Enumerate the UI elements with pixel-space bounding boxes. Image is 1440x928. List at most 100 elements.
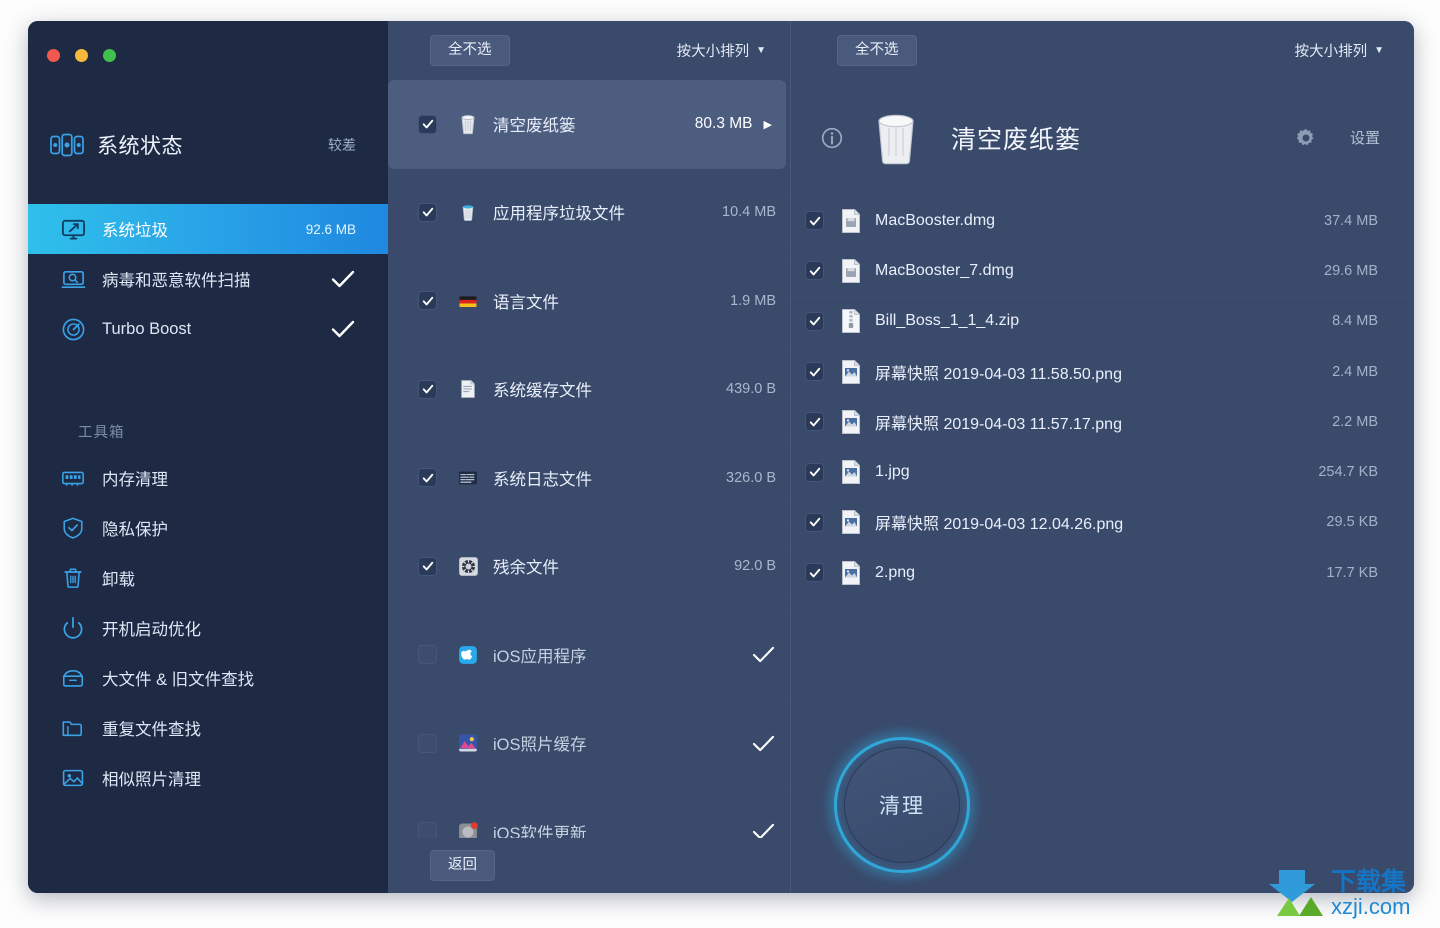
- chevron-down-icon: ▼: [1374, 44, 1384, 56]
- clean-button[interactable]: 清理: [822, 725, 982, 885]
- settings-control[interactable]: 设置: [1295, 127, 1380, 149]
- file-row[interactable]: 2.png 17.7 KB: [791, 548, 1414, 599]
- detail-deselect-all-button[interactable]: 全不选: [837, 35, 917, 66]
- minimize-button[interactable]: [75, 49, 88, 62]
- check-icon: [751, 822, 776, 838]
- check-icon: [330, 319, 356, 339]
- check-icon: [751, 645, 776, 664]
- watermark-title: 下载集: [1331, 867, 1407, 896]
- gear-icon[interactable]: [1295, 127, 1317, 149]
- category-list: 清空废纸篓 80.3 MB ▶ 应用程序垃圾文件 10.4 MB 语言文件 1.…: [388, 80, 790, 838]
- trash-bin-icon: [455, 111, 481, 137]
- file-row[interactable]: 1.jpg 254.7 KB: [791, 447, 1414, 498]
- site-watermark: 下载集 xzji.com: [1269, 864, 1434, 922]
- detail-sort-dropdown[interactable]: 按大小排列 ▼: [1295, 40, 1384, 61]
- zoom-button[interactable]: [103, 49, 116, 62]
- tool-item-similar-photos[interactable]: 相似照片清理: [28, 753, 388, 803]
- toolbox-label: 工具箱: [78, 425, 125, 441]
- row-checkbox[interactable]: [418, 468, 437, 488]
- category-row-empty-trash[interactable]: 清空废纸篓 80.3 MB ▶: [388, 80, 786, 169]
- file-row[interactable]: 屏幕快照 2019-04-03 12.04.26.png 29.5 KB: [791, 498, 1414, 549]
- tool-item-duplicate-finder[interactable]: 重复文件查找: [28, 703, 388, 753]
- close-button[interactable]: [47, 49, 60, 62]
- settings-label: 设置: [1349, 130, 1380, 147]
- row-checkbox[interactable]: [418, 114, 437, 134]
- tool-item-label: 开机启动优化: [102, 621, 201, 639]
- category-row-language-files[interactable]: 语言文件 1.9 MB: [388, 257, 790, 346]
- category-row-ios-apps[interactable]: iOS应用程序: [388, 611, 790, 700]
- file-checkbox[interactable]: [805, 563, 824, 583]
- row-checkbox[interactable]: [418, 202, 437, 222]
- category-size: 326.0 B: [726, 469, 776, 486]
- tool-item-label: 大文件 & 旧文件查找: [102, 671, 255, 689]
- category-row-leftover-files[interactable]: 残余文件 92.0 B: [388, 523, 790, 611]
- file-size: 17.7 KB: [1326, 564, 1378, 581]
- tool-item-startup-optimize[interactable]: 开机启动优化: [28, 603, 388, 653]
- info-icon[interactable]: [821, 127, 843, 149]
- sidebar-item-system-junk[interactable]: 系统垃圾 92.6 MB: [28, 204, 388, 254]
- file-row[interactable]: 屏幕快照 2019-04-03 11.57.17.png 2.2 MB: [791, 397, 1414, 448]
- image-file-icon: [840, 560, 862, 586]
- system-status-row[interactable]: 系统状态 较差: [28, 106, 388, 184]
- category-name: 语言文件: [493, 293, 559, 312]
- tool-item-privacy[interactable]: 隐私保护: [28, 503, 388, 553]
- detail-panel: 全不选 按大小排列 ▼ 清空废纸篓 设置 MacBooster.dmg 37.4…: [790, 21, 1414, 893]
- file-checkbox[interactable]: [805, 512, 824, 532]
- sort-dropdown[interactable]: 按大小排列 ▼: [677, 40, 766, 61]
- dmg-file-icon: [840, 258, 862, 284]
- tool-item-memory-clean[interactable]: 内存清理: [28, 453, 388, 503]
- box-icon: [60, 665, 86, 691]
- screen: 系统状态 较差 系统垃圾 92.6 MB 病毒和恶意软件扫描 Turbo Boo…: [0, 0, 1440, 928]
- file-checkbox[interactable]: [805, 261, 824, 281]
- image-file-icon: [840, 409, 862, 435]
- sidebar-item-label: 病毒和恶意软件扫描: [102, 272, 251, 290]
- middle-toolbar: 全不选 按大小排列 ▼: [388, 21, 790, 80]
- file-size: 254.7 KB: [1318, 464, 1378, 481]
- system-status-value: 较差: [328, 137, 356, 153]
- file-checkbox[interactable]: [805, 211, 824, 231]
- file-checkbox[interactable]: [805, 311, 824, 331]
- file-row[interactable]: MacBooster.dmg 37.4 MB: [791, 196, 1414, 247]
- shield-check-icon: [60, 515, 86, 541]
- system-status-title: 系统状态: [97, 135, 183, 158]
- detail-sort-label: 按大小排列: [1294, 44, 1368, 60]
- tool-item-uninstall[interactable]: 卸载: [28, 553, 388, 603]
- category-size: 439.0 B: [726, 381, 776, 398]
- sidebar-item-turbo-boost[interactable]: Turbo Boost: [28, 304, 388, 354]
- sidebar-item-virus-scan[interactable]: 病毒和恶意软件扫描: [28, 254, 388, 304]
- tool-item-large-old-files[interactable]: 大文件 & 旧文件查找: [28, 653, 388, 703]
- back-button[interactable]: 返回: [430, 850, 495, 881]
- trash-bin-icon: [869, 110, 923, 166]
- category-row-system-log[interactable]: 系统日志文件 326.0 B: [388, 434, 790, 523]
- file-row[interactable]: Bill_Boss_1_1_4.zip 8.4 MB: [791, 297, 1414, 347]
- trash-icon: [60, 565, 86, 591]
- row-checkbox[interactable]: [418, 733, 437, 753]
- row-checkbox[interactable]: [418, 379, 437, 399]
- zip-file-icon: [840, 308, 862, 334]
- category-row-ios-photo-cache[interactable]: iOS照片缓存: [388, 700, 790, 788]
- file-name: 屏幕快照 2019-04-03 12.04.26.png: [875, 516, 1124, 534]
- file-name: Bill_Boss_1_1_4.zip: [875, 312, 1020, 330]
- file-list: MacBooster.dmg 37.4 MB MacBooster_7.dmg …: [791, 196, 1414, 599]
- detail-footer-area: 清理: [791, 598, 1414, 893]
- tool-item-label: 相似照片清理: [102, 771, 201, 789]
- category-row-ios-updates[interactable]: iOS软件更新: [388, 788, 790, 838]
- row-checkbox[interactable]: [418, 822, 437, 838]
- deselect-all-button[interactable]: 全不选: [430, 35, 510, 66]
- file-size: 8.4 MB: [1332, 313, 1378, 330]
- language-flag-icon: [455, 288, 481, 314]
- file-row[interactable]: MacBooster_7.dmg 29.6 MB: [791, 246, 1414, 297]
- file-checkbox[interactable]: [805, 462, 824, 482]
- cache-doc-icon: [455, 376, 481, 402]
- row-checkbox[interactable]: [418, 556, 437, 576]
- detail-header: 清空废纸篓 设置: [791, 80, 1414, 196]
- file-checkbox[interactable]: [805, 362, 824, 382]
- toolbox-list: 内存清理 隐私保护 卸载 开机启动优化 大文件 & 旧文件查找 重复文件查找 相…: [28, 453, 388, 803]
- row-checkbox[interactable]: [418, 291, 437, 311]
- category-row-system-cache[interactable]: 系统缓存文件 439.0 B: [388, 346, 790, 434]
- category-row-app-junk[interactable]: 应用程序垃圾文件 10.4 MB: [388, 169, 790, 257]
- file-row[interactable]: 屏幕快照 2019-04-03 11.58.50.png 2.4 MB: [791, 347, 1414, 398]
- row-checkbox[interactable]: [418, 645, 437, 665]
- category-name: 残余文件: [493, 559, 559, 578]
- file-checkbox[interactable]: [805, 412, 824, 432]
